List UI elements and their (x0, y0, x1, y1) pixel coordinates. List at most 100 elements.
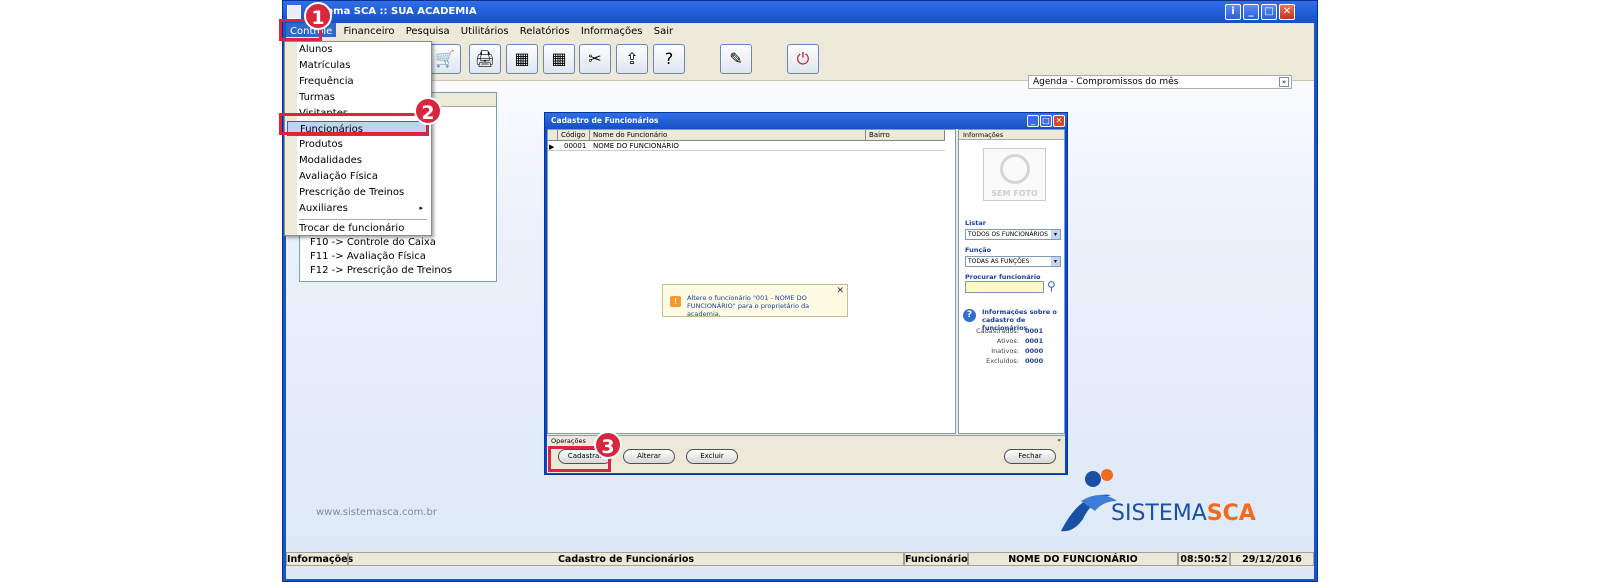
stat-label: Excluídos: (986, 357, 1019, 365)
alterar-button[interactable]: Alterar (623, 449, 675, 464)
listar-value: TODOS OS FUNCIONÁRIOS (968, 231, 1048, 238)
search-icon[interactable]: ⚲ (1047, 279, 1056, 293)
agenda-dropdown[interactable]: Agenda - Compromissos do mês » (1028, 75, 1292, 89)
maximize-button[interactable]: □ (1261, 4, 1277, 20)
menu-item-produtos[interactable]: Produtos (299, 137, 429, 152)
status-user-label: Funcionário (904, 552, 968, 566)
export-icon[interactable]: ⇪ (616, 44, 648, 74)
photo-label: SEM FOTO (991, 189, 1038, 198)
minimize-button[interactable]: _ (1243, 4, 1259, 20)
menu-utilitarios[interactable]: Utilitários (457, 23, 513, 37)
menu-item-auxiliares[interactable]: Auxiliares ▸ (299, 201, 429, 216)
stat-label: Cadastrados: (976, 327, 1019, 335)
column-bairro[interactable]: Bairro (866, 130, 945, 141)
funcao-select[interactable]: TODAS AS FUNÇÕES ▾ (965, 256, 1061, 267)
status-user: NOME DO FUNCIONÁRIO (968, 552, 1178, 566)
menu-item-alunos[interactable]: Alunos (299, 42, 429, 57)
cadastro-funcionarios-dialog: Cadastro de Funcionários _ □ ✕ Código No… (544, 112, 1068, 475)
row-indicator-icon: ▶ (549, 143, 555, 151)
camera-icon (1000, 154, 1030, 184)
step-badge-2: 2 (414, 97, 442, 125)
ticket-icon[interactable]: ✎ (720, 44, 752, 74)
chevron-down-icon[interactable]: » (1279, 77, 1289, 87)
printer-icon[interactable]: 🖨 (469, 44, 501, 74)
shortcut-f11: F11 -> Avaliação Física (310, 251, 426, 262)
menu-relatorios[interactable]: Relatórios (516, 23, 574, 37)
help-icon[interactable]: ? (653, 44, 685, 74)
agenda-label: Agenda - Compromissos do mês (1033, 77, 1179, 87)
stat-label: Ativos: (996, 337, 1019, 345)
status-bar: Informações Cadastro de Funcionários Fun… (286, 551, 1314, 567)
listar-select[interactable]: TODOS OS FUNCIONÁRIOS ▾ (965, 229, 1061, 240)
chevron-up-icon[interactable]: « (1057, 436, 1061, 446)
menu-sair[interactable]: Sair (650, 23, 677, 37)
toast-close-icon[interactable]: ✕ (836, 286, 844, 296)
step-badge-1: 1 (304, 2, 332, 30)
calculator-icon[interactable]: ▦ (506, 44, 538, 74)
status-time: 08:50:52 (1178, 552, 1230, 566)
info-panel-header: Informações (959, 130, 1064, 140)
calculator-delete-icon[interactable]: ▦ (543, 44, 575, 74)
close-button[interactable]: ✕ (1279, 4, 1295, 20)
cell-nome: NOME DO FUNCIONÁRIO (593, 142, 679, 150)
menu-informacoes[interactable]: Informações (577, 23, 647, 37)
logo-word-sca: SCA (1206, 501, 1256, 526)
status-screen: Cadastro de Funcionários (348, 552, 904, 566)
menu-item-turmas[interactable]: Turmas (299, 90, 429, 105)
stat-value: 0001 (1025, 327, 1044, 335)
brand-logo: SISTEMASCA (1051, 461, 1271, 541)
logo-text: SISTEMASCA (1111, 501, 1256, 526)
menu-pesquisa[interactable]: Pesquisa (402, 23, 454, 37)
excluir-button[interactable]: Excluir (686, 449, 738, 464)
dialog-minimize-button[interactable]: _ (1027, 115, 1039, 127)
chevron-down-icon[interactable]: ▾ (1051, 257, 1060, 266)
stat-value: 0001 (1025, 337, 1044, 345)
warning-icon: ! (670, 296, 681, 307)
notification-toast: ! Altere o funcionário "001 - NOME DO FU… (662, 284, 848, 318)
dialog-body: Código Nome do Funcionário Bairro ▶ 0000… (547, 129, 1065, 473)
column-nome[interactable]: Nome do Funcionário (590, 130, 866, 141)
cart-icon[interactable]: 🛒 (429, 44, 461, 74)
funcao-value: TODAS AS FUNÇÕES (968, 258, 1030, 265)
operations-bar: Operações « (547, 435, 1065, 445)
menu-item-frequencia[interactable]: Frequência (299, 74, 429, 89)
dialog-title: Cadastro de Funcionários (545, 113, 1067, 129)
menu-bar: Controle Financeiro Pesquisa Utilitários… (286, 23, 1314, 41)
callout-box-2 (279, 113, 429, 135)
menu-item-trocar-funcionario[interactable]: Trocar de funcionário (299, 221, 429, 236)
stat-value: 0000 (1025, 357, 1044, 365)
dialog-maximize-button[interactable]: □ (1040, 115, 1052, 127)
menu-item-prescricao[interactable]: Prescrição de Treinos (299, 185, 429, 200)
menu-financeiro[interactable]: Financeiro (340, 23, 399, 37)
logo-word-sistema: SISTEMA (1111, 501, 1207, 526)
menu-item-avaliacao-fisica[interactable]: Avaliação Física (299, 169, 429, 184)
shortcut-f10: F10 -> Controle do Caixa (310, 237, 436, 248)
window-titlebar: Sistema SCA :: SUA ACADEMIA i _ □ ✕ (283, 1, 1317, 23)
menu-item-modalidades[interactable]: Modalidades (299, 153, 429, 168)
fechar-button[interactable]: Fechar (1004, 449, 1056, 464)
shortcut-f12: F12 -> Prescrição de Treinos (310, 265, 453, 276)
photo-placeholder: SEM FOTO (983, 148, 1046, 201)
menu-separator (299, 219, 427, 220)
procurar-label: Procurar funcionário (965, 273, 1041, 281)
website-link[interactable]: www.sistemasca.com.br (316, 507, 437, 518)
tools-icon[interactable]: ✂ (579, 44, 611, 74)
funcionarios-table: Código Nome do Funcionário Bairro ▶ 0000… (547, 129, 956, 434)
help-icon: ? (963, 309, 976, 322)
stat-value: 0000 (1025, 347, 1044, 355)
cell-codigo: 00001 (564, 142, 587, 150)
chevron-down-icon[interactable]: ▾ (1051, 230, 1060, 239)
column-codigo[interactable]: Código (558, 130, 590, 141)
app-icon (287, 5, 301, 19)
help-icon[interactable]: i (1225, 4, 1241, 20)
dialog-close-button[interactable]: ✕ (1053, 115, 1065, 127)
stat-label: Inativos: (991, 347, 1019, 355)
info-panel: Informações SEM FOTO Listar TODOS OS FUN… (958, 129, 1065, 434)
search-input[interactable] (965, 281, 1044, 293)
menu-item-matriculas[interactable]: Matrículas (299, 58, 429, 73)
status-date: 29/12/2016 (1230, 552, 1314, 566)
step-badge-3: 3 (594, 431, 622, 459)
listar-label: Listar (965, 219, 986, 227)
power-icon[interactable]: ⏻ (787, 44, 819, 74)
table-row[interactable]: ▶ 00001 NOME DO FUNCIONÁRIO (548, 141, 945, 151)
